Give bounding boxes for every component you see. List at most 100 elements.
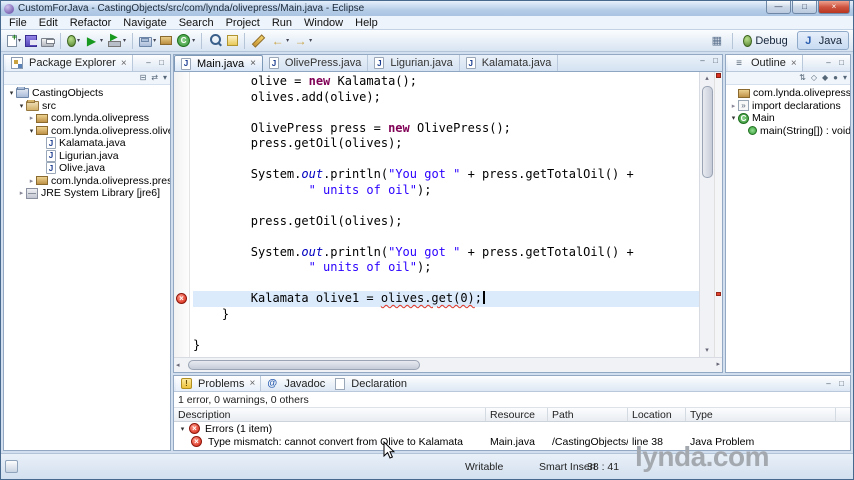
overview-error-marker[interactable]: [716, 292, 721, 296]
vertical-scroll-thumb[interactable]: [702, 86, 713, 178]
tree-item-castingobjects[interactable]: ▾ CastingObjects: [4, 87, 170, 100]
tree-item-jre-system-library-jre6[interactable]: ▸ JRE System Library [jre6]: [4, 187, 170, 200]
menu-navigate[interactable]: Navigate: [117, 16, 172, 30]
minimize-button[interactable]: —: [766, 1, 791, 14]
new-wizard-button[interactable]: ▾: [6, 32, 22, 48]
dropdown-arrow-icon[interactable]: ▾: [100, 37, 103, 44]
editor-tab-main-java[interactable]: J Main.java ×: [174, 55, 263, 71]
expander-icon[interactable]: ▸: [729, 102, 738, 110]
scroll-left-icon[interactable]: ◂: [176, 359, 180, 372]
tree-item-import-declarations[interactable]: ▸» import declarations: [726, 100, 850, 113]
hide-fields-icon[interactable]: ◇: [811, 72, 817, 84]
code-line[interactable]: [193, 198, 699, 214]
maximize-button[interactable]: □: [792, 1, 817, 14]
dropdown-arrow-icon[interactable]: ▾: [18, 37, 21, 44]
view-menu-icon[interactable]: ▾: [163, 72, 167, 84]
hide-non-public-icon[interactable]: ●: [833, 72, 838, 84]
expander-icon[interactable]: ▾: [27, 127, 36, 135]
view-menu-icon[interactable]: ▾: [843, 72, 847, 84]
menu-run[interactable]: Run: [266, 16, 298, 30]
code-line[interactable]: System.out.println("You got " + press.ge…: [193, 245, 699, 261]
save-button[interactable]: [24, 34, 38, 48]
dropdown-arrow-icon[interactable]: ▾: [153, 37, 156, 44]
code-line[interactable]: olives.add(olive);: [193, 90, 699, 106]
code-line[interactable]: OlivePress press = new OlivePress();: [193, 121, 699, 137]
dropdown-arrow-icon[interactable]: ▾: [192, 37, 195, 44]
scroll-right-icon[interactable]: ▸: [716, 358, 720, 371]
code-line[interactable]: [193, 229, 699, 245]
package-explorer-tab[interactable]: Package Explorer ×: [6, 55, 133, 71]
expander-icon[interactable]: ▾: [17, 102, 26, 110]
dropdown-arrow-icon[interactable]: ▾: [286, 37, 289, 44]
scroll-up-icon[interactable]: ▴: [700, 72, 714, 85]
menu-help[interactable]: Help: [349, 16, 384, 30]
overview-ruler[interactable]: [714, 72, 722, 357]
code-line[interactable]: press.getOil(olives);: [193, 214, 699, 230]
column-header-description[interactable]: Description: [174, 408, 486, 421]
editor-vertical-scrollbar[interactable]: ▴ ▾: [699, 72, 714, 357]
expander-icon[interactable]: ▾: [729, 114, 738, 122]
code-area[interactable]: olive = new Kalamata(); olives.add(olive…: [190, 72, 699, 357]
expander-icon[interactable]: ▾: [7, 89, 16, 97]
code-line[interactable]: [193, 276, 699, 292]
menu-project[interactable]: Project: [220, 16, 266, 30]
scroll-down-icon[interactable]: ▾: [700, 344, 714, 357]
sort-icon[interactable]: ⇅: [799, 72, 806, 84]
hide-static-members-icon[interactable]: ◆: [822, 72, 828, 84]
code-line[interactable]: Kalamata olive1 = olives.get(0);: [193, 291, 699, 307]
editor-tab-kalamata-java[interactable]: J Kalamata.java: [460, 55, 559, 71]
print-button[interactable]: [40, 34, 56, 48]
code-line[interactable]: olive = new Kalamata();: [193, 74, 699, 90]
new-java-project-button[interactable]: ▾: [138, 34, 157, 48]
expander-icon[interactable]: ▸: [27, 177, 36, 185]
error-marker-icon[interactable]: ×: [176, 293, 187, 304]
search-button[interactable]: [207, 32, 224, 49]
link-with-editor-icon[interactable]: ⇄: [151, 72, 158, 84]
tree-item-olive-java[interactable]: J Olive.java: [4, 162, 170, 175]
tree-item-com-lynda-olivepress[interactable]: ▸ com.lynda.olivepress: [4, 112, 170, 125]
collapse-all-icon[interactable]: ⊟: [140, 72, 147, 84]
tree-item-ligurian-java[interactable]: J Ligurian.java: [4, 149, 170, 163]
close-view-icon[interactable]: ×: [121, 58, 127, 69]
tree-item-com-lynda-olivepress[interactable]: com.lynda.olivepress: [726, 87, 850, 100]
tree-item-main[interactable]: ▾ C Main: [726, 112, 850, 125]
tree-item-com-lynda-olivepress-olives[interactable]: ▾ com.lynda.olivepress.olives: [4, 125, 170, 138]
tab-problems[interactable]: ! Problems ×: [176, 376, 262, 391]
expander-icon[interactable]: ▸: [17, 189, 26, 197]
code-line[interactable]: [193, 322, 699, 338]
dropdown-arrow-icon[interactable]: ▾: [77, 37, 80, 44]
back-button[interactable]: ▾: [269, 32, 290, 49]
column-header-location[interactable]: Location: [628, 408, 686, 421]
code-line[interactable]: }: [193, 338, 699, 354]
editor-horizontal-scrollbar[interactable]: ◂ ▸: [174, 357, 722, 372]
code-line[interactable]: " units of oil");: [193, 183, 699, 199]
column-header-resource[interactable]: Resource: [486, 408, 548, 421]
column-header-type[interactable]: Type: [686, 408, 836, 421]
menu-window[interactable]: Window: [298, 16, 349, 30]
code-line[interactable]: press.getOil(olives);: [193, 136, 699, 152]
dropdown-arrow-icon[interactable]: ▾: [123, 37, 126, 44]
new-class-button[interactable]: ▾: [175, 32, 196, 49]
dropdown-arrow-icon[interactable]: ▾: [309, 37, 312, 44]
close-button[interactable]: ×: [818, 1, 850, 14]
external-tools-button[interactable]: ▾: [106, 32, 127, 49]
expander-icon[interactable]: ▾: [178, 425, 187, 433]
minimize-view-icon[interactable]: –: [822, 378, 835, 390]
tree-item-kalamata-java[interactable]: J Kalamata.java: [4, 137, 170, 150]
tree-item-main-string-void[interactable]: main(String[]) : void: [726, 125, 850, 138]
tab-declaration[interactable]: Declaration: [330, 376, 412, 391]
code-line[interactable]: [193, 105, 699, 121]
code-line[interactable]: " units of oil");: [193, 260, 699, 276]
maximize-editor-icon[interactable]: □: [709, 55, 722, 67]
tree-item-com-lynda-olivepress-press[interactable]: ▸ com.lynda.olivepress.press: [4, 175, 170, 188]
menu-file[interactable]: File: [3, 16, 33, 30]
debug-perspective-button[interactable]: Debug: [739, 33, 794, 49]
close-tab-icon[interactable]: ×: [250, 58, 256, 69]
run-button[interactable]: ▾: [83, 32, 104, 49]
maximize-view-icon[interactable]: □: [155, 57, 168, 69]
minimize-view-icon[interactable]: –: [142, 57, 155, 69]
externalize-strings-button[interactable]: [226, 34, 239, 47]
menu-refactor[interactable]: Refactor: [64, 16, 118, 30]
column-header-path[interactable]: Path: [548, 408, 628, 421]
minimize-view-icon[interactable]: –: [822, 57, 835, 69]
